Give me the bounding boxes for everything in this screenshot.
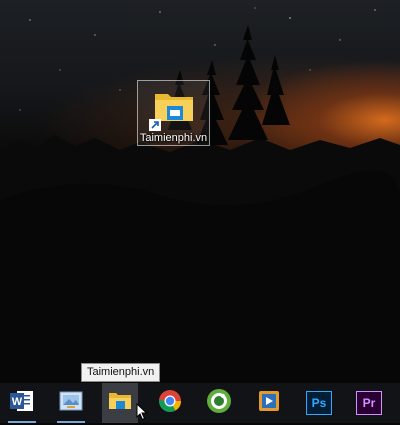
svg-text:W: W [12,396,23,408]
taskbar-item-image-viewer[interactable] [53,383,89,423]
premiere-text: Pr [362,396,376,410]
video-player-icon [257,389,281,417]
chrome-icon [158,389,182,417]
taskbar-tooltip: Taimienphi.vn [81,363,161,382]
taskbar: W Ps Pr [0,383,400,423]
premiere-icon: Pr [356,391,382,415]
coccoc-icon [206,388,232,418]
taskbar-item-coccoc[interactable] [201,383,237,423]
taskbar-item-photoshop[interactable]: Ps [301,383,337,423]
image-viewer-icon [59,390,83,416]
file-explorer-icon [108,390,132,416]
taskbar-item-chrome[interactable] [152,383,188,423]
desktop-wallpaper [0,0,400,383]
photoshop-text: Ps [311,396,327,410]
taskbar-item-video-player[interactable] [251,383,287,423]
taskbar-item-file-explorer[interactable] [102,383,138,423]
night-forest-scene [0,7,400,383]
photoshop-icon: Ps [306,391,332,415]
taskbar-item-word[interactable]: W [4,383,40,423]
shortcut-label: Taimienphi.vn [139,132,208,144]
taskbar-item-premiere[interactable]: Pr [351,383,387,423]
word-icon: W [9,389,35,417]
desktop-shortcut-taimienphi[interactable]: Taimienphi.vn [137,80,210,146]
mouse-cursor-icon [136,402,148,425]
